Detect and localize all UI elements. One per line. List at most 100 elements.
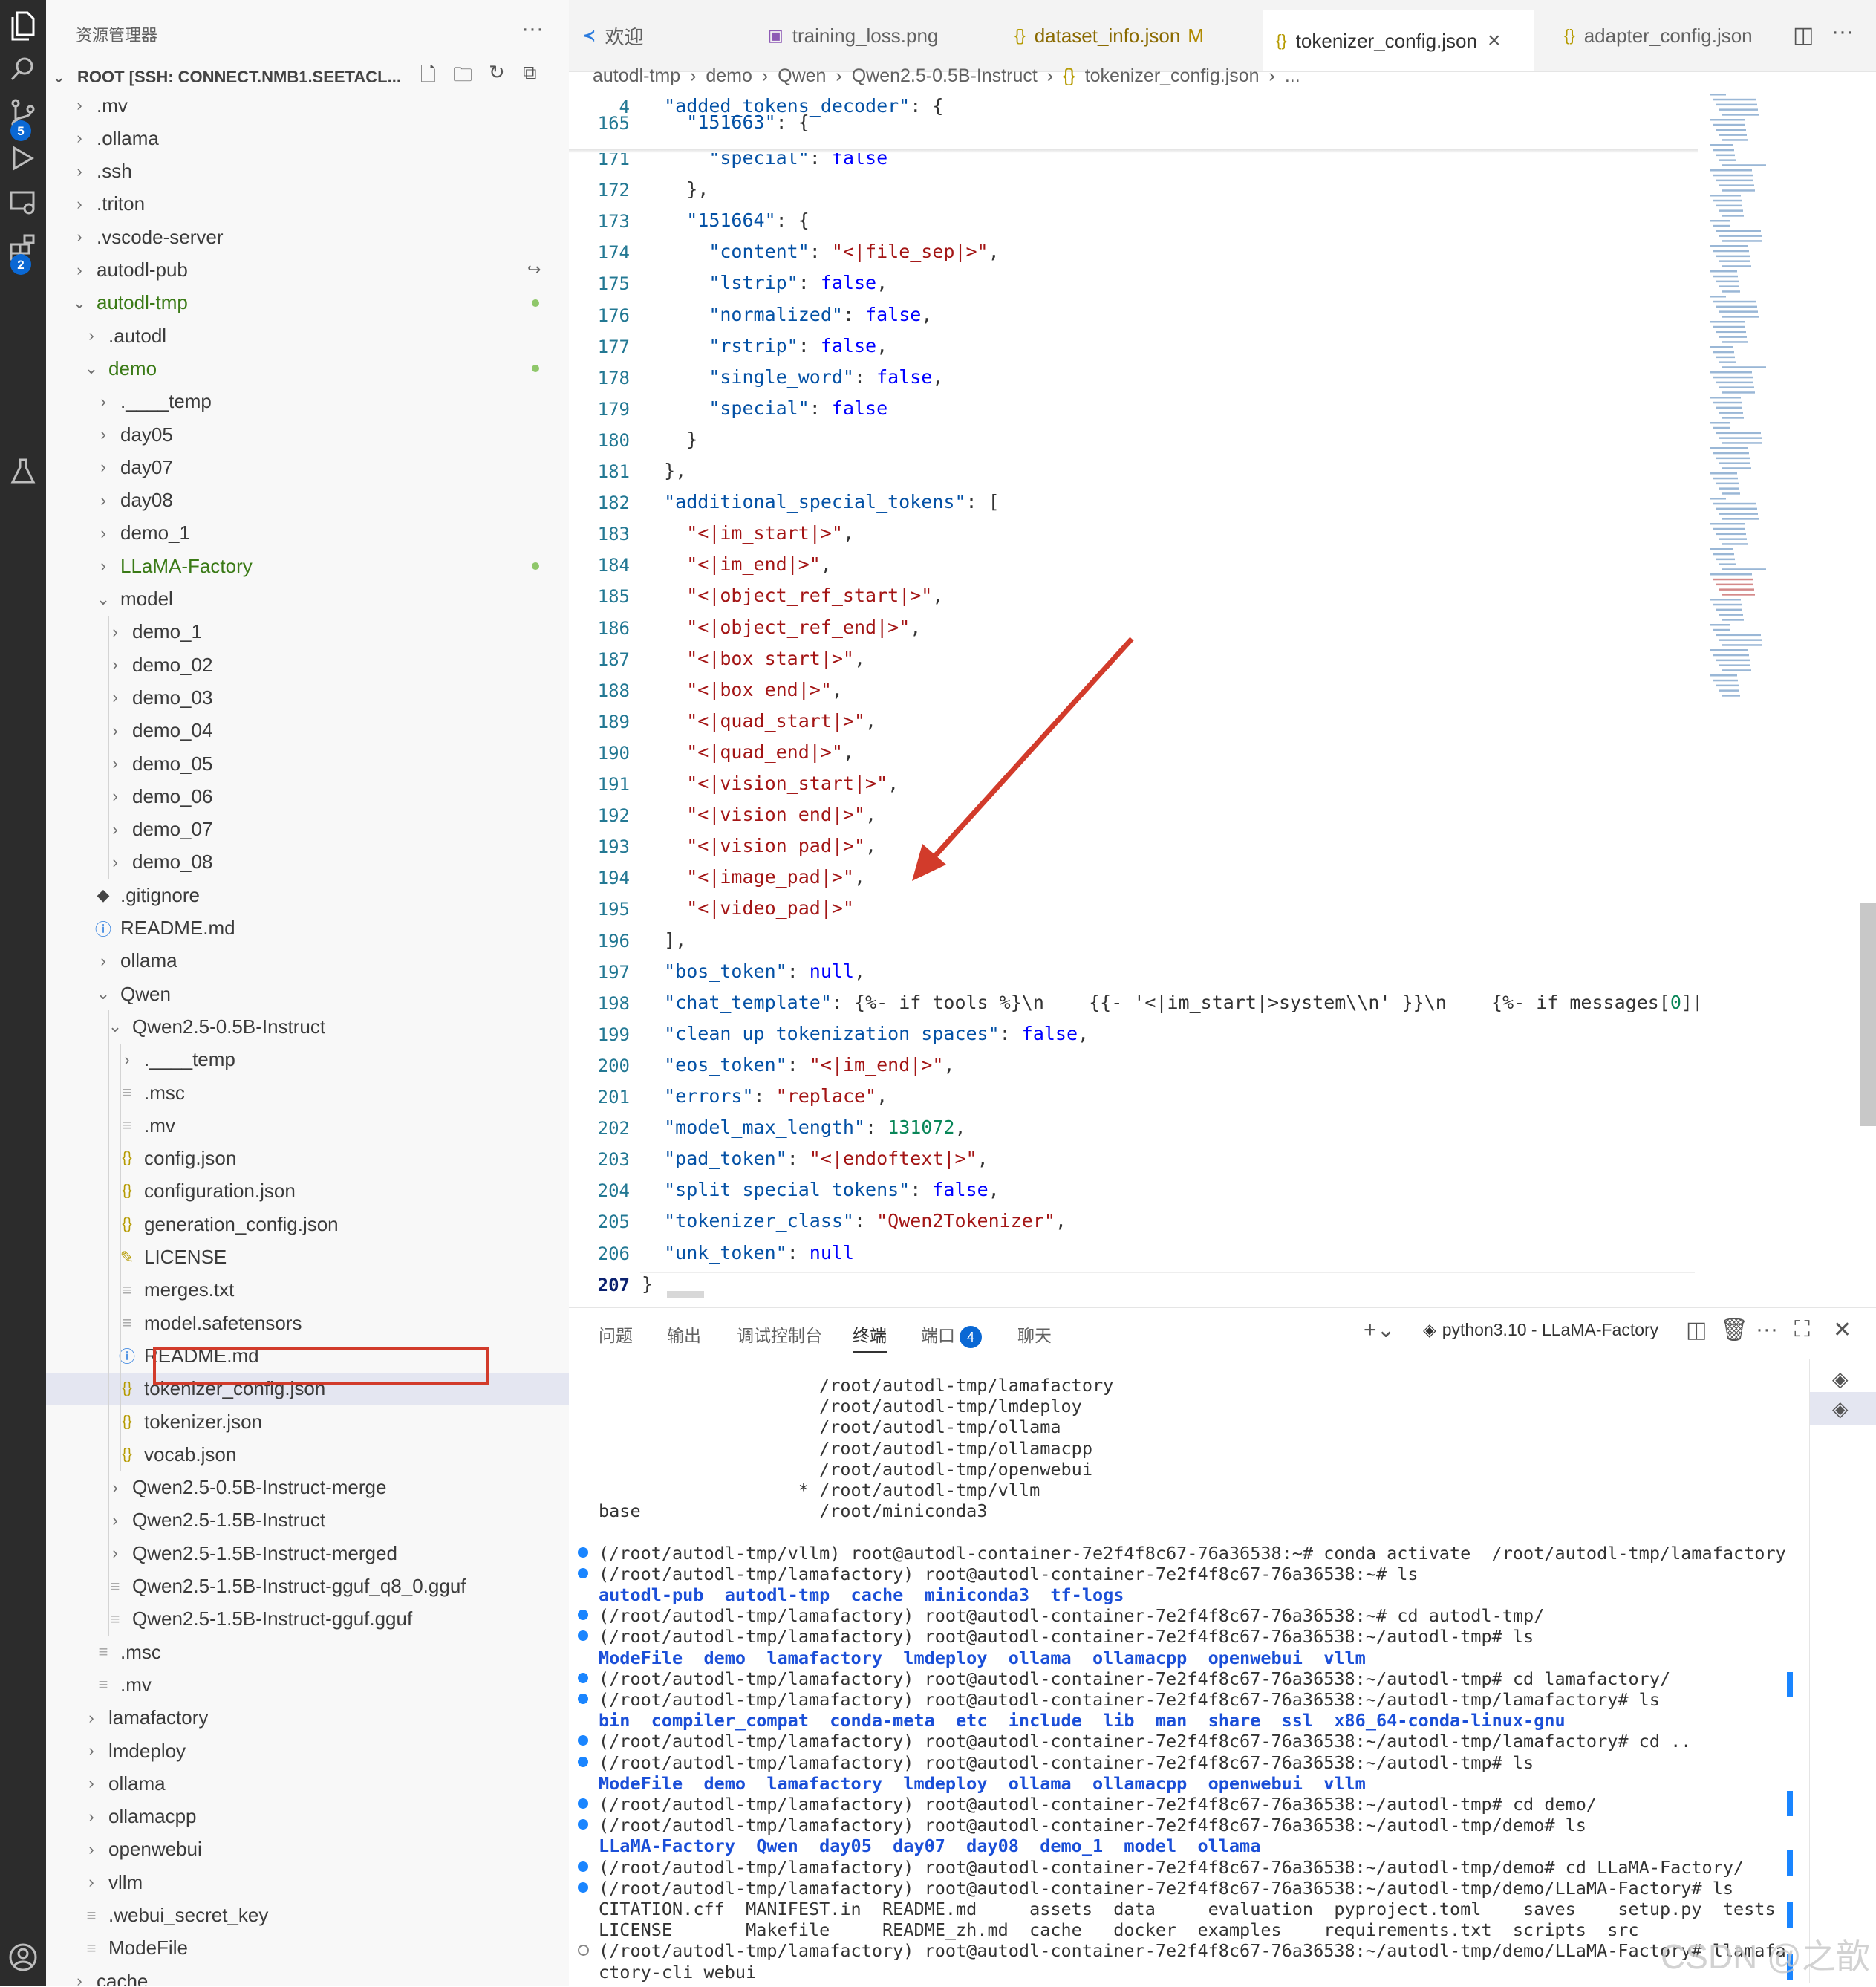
code-line[interactable]: "normalized": false, xyxy=(642,304,932,325)
code-line[interactable]: "<|image_pad|>", xyxy=(642,866,865,888)
code-line[interactable]: "errors": "replace", xyxy=(642,1085,887,1107)
command-decoration-icon[interactable] xyxy=(578,1819,588,1830)
tree-item[interactable]: › demo_1 xyxy=(46,616,569,648)
account-icon[interactable] xyxy=(0,1931,46,1983)
tree-item[interactable]: ≡ Qwen2.5-1.5B-Instruct-gguf_q8_0.gguf xyxy=(46,1570,569,1603)
breadcrumb-item[interactable]: ... xyxy=(1285,65,1300,86)
tree-item[interactable]: › vllm xyxy=(46,1866,569,1899)
code-line[interactable]: "bos_token": null, xyxy=(642,960,865,982)
command-decoration-icon[interactable] xyxy=(578,1567,588,1578)
command-decoration-icon[interactable] xyxy=(578,1735,588,1746)
code-line[interactable]: "151663": { xyxy=(642,111,810,133)
tree-item[interactable]: › lamafactory xyxy=(46,1702,569,1734)
tree-item[interactable]: {} config.json xyxy=(46,1142,569,1175)
code-line[interactable]: } xyxy=(642,429,697,450)
tree-item[interactable]: › Qwen2.5-0.5B-Instruct-merge xyxy=(46,1471,569,1504)
terminal-instance-icon[interactable]: ◈ xyxy=(1832,1367,1849,1391)
tree-item[interactable]: › demo_1 xyxy=(46,517,569,550)
tree-item[interactable]: {} generation_config.json xyxy=(46,1208,569,1240)
code-line[interactable]: ], xyxy=(642,929,686,951)
terminal-output[interactable]: /root/autodl-tmp/lamafactory /root/autod… xyxy=(569,1375,1817,1984)
trash-icon[interactable]: 🗑 xyxy=(1720,1317,1748,1343)
split-editor-icon[interactable]: ◫ xyxy=(1793,22,1814,48)
code-line[interactable]: "<|im_end|>", xyxy=(642,553,832,575)
editor-more-icon[interactable]: ··· xyxy=(1831,19,1854,45)
code-line[interactable]: "split_special_tokens": false, xyxy=(642,1179,1000,1200)
tree-item[interactable]: › .triton xyxy=(46,188,569,221)
tree-item[interactable]: ≡ model.safetensors xyxy=(46,1307,569,1339)
tree-item[interactable]: › openwebui xyxy=(46,1833,569,1866)
tree-item[interactable]: › autodl-pub ↪ xyxy=(46,254,569,287)
tree-item[interactable]: ✎ LICENSE xyxy=(46,1241,569,1274)
tree-item[interactable]: › .vscode-server xyxy=(46,221,569,253)
minimap[interactable] xyxy=(1698,89,1860,1300)
code-line[interactable]: "<|video_pad|>" xyxy=(642,897,854,919)
new-terminal-icon[interactable]: +⌄ xyxy=(1364,1317,1395,1343)
command-decoration-icon[interactable] xyxy=(578,1547,588,1558)
code-line[interactable]: "151664": { xyxy=(642,209,810,231)
code-line[interactable]: "rstrip": false, xyxy=(642,335,887,357)
tree-item[interactable]: › demo_06 xyxy=(46,780,569,813)
tree-item[interactable]: › .ollama xyxy=(46,122,569,155)
command-decoration-icon[interactable] xyxy=(578,1882,588,1893)
tab-terminal[interactable]: 终端 xyxy=(853,1321,887,1353)
tree-item[interactable]: ⓘ README.md xyxy=(46,912,569,945)
tree-item[interactable]: › .____temp xyxy=(46,386,569,418)
code-line[interactable]: "<|vision_end|>", xyxy=(642,804,876,825)
command-decoration-icon[interactable] xyxy=(578,1945,589,1957)
tree-item[interactable]: › day07 xyxy=(46,451,569,484)
tree-item[interactable]: › ollama xyxy=(46,1767,569,1800)
code-line[interactable]: "<|im_start|>", xyxy=(642,522,854,544)
tree-item[interactable]: › lmdeploy xyxy=(46,1734,569,1767)
tree-item[interactable]: › .autodl xyxy=(46,319,569,352)
command-decoration-icon[interactable] xyxy=(578,1672,588,1683)
code-line[interactable]: "<|vision_pad|>", xyxy=(642,835,876,856)
breadcrumb-item[interactable]: Qwen xyxy=(778,65,826,86)
code-line[interactable]: "additional_special_tokens": [ xyxy=(642,491,1000,513)
tree-item[interactable]: ≡ .msc xyxy=(46,1076,569,1109)
tab-ports[interactable]: 端口 4 xyxy=(921,1321,982,1348)
command-decoration-icon[interactable] xyxy=(578,1630,588,1642)
tree-item[interactable]: › .mv xyxy=(46,89,569,122)
tab-problems[interactable]: 问题 xyxy=(599,1321,633,1347)
code-line[interactable]: "clean_up_tokenization_spaces": false, xyxy=(642,1023,1089,1044)
maximize-panel-icon[interactable]: ⛶ xyxy=(1794,1317,1810,1342)
tree-item[interactable]: › demo_08 xyxy=(46,846,569,879)
code-line[interactable]: "eos_token": "<|im_end|>", xyxy=(642,1054,954,1076)
testing-flask-icon[interactable] xyxy=(0,446,46,498)
tree-item[interactable]: › demo_02 xyxy=(46,648,569,681)
tree-item[interactable]: ≡ Qwen2.5-1.5B-Instruct-gguf.gguf xyxy=(46,1603,569,1636)
code-line[interactable]: "<|quad_end|>", xyxy=(642,741,854,763)
tree-item[interactable]: › cache xyxy=(46,1965,569,1986)
code-line[interactable]: "single_word": false, xyxy=(642,366,943,388)
split-terminal-icon[interactable]: ◫ xyxy=(1686,1317,1707,1343)
command-decoration-icon[interactable] xyxy=(578,1756,588,1767)
code-line[interactable]: "unk_token": null xyxy=(642,1242,854,1264)
code-editor[interactable]: 4 "added_tokens_decoder": {165 "151663":… xyxy=(569,95,1698,1298)
tree-item[interactable]: › demo_03 xyxy=(46,681,569,714)
tab-output[interactable]: 输出 xyxy=(667,1321,701,1347)
close-panel-icon[interactable]: ✕ xyxy=(1833,1317,1851,1343)
tree-item[interactable]: ⌄ Qwen xyxy=(46,978,569,1010)
tree-item[interactable]: ⌄ Qwen2.5-0.5B-Instruct xyxy=(46,1010,569,1043)
tree-item[interactable]: ⌄ autodl-tmp xyxy=(46,287,569,319)
tree-item[interactable]: {} tokenizer.json xyxy=(46,1405,569,1438)
tree-item[interactable]: ≡ .webui_secret_key xyxy=(46,1899,569,1932)
tree-item[interactable]: › ollama xyxy=(46,945,569,978)
explorer-more-button[interactable]: ··· xyxy=(521,16,544,42)
breadcrumb-item[interactable]: Qwen2.5-0.5B-Instruct xyxy=(852,65,1038,86)
tree-item[interactable]: {} configuration.json xyxy=(46,1175,569,1208)
terminal-instance-selected[interactable]: ◈ xyxy=(1810,1392,1876,1425)
tree-item[interactable]: {} vocab.json xyxy=(46,1438,569,1471)
code-line[interactable]: "<|vision_start|>", xyxy=(642,773,899,794)
collapse-all-icon[interactable]: ⧉ xyxy=(523,61,537,85)
tree-item[interactable]: ◆ .gitignore xyxy=(46,879,569,911)
code-line[interactable]: "<|object_ref_start|>", xyxy=(642,585,943,606)
tree-item[interactable]: ≡ .mv xyxy=(46,1109,569,1142)
tab-adapter-config[interactable]: {} adapter_config.json xyxy=(1564,10,1753,61)
editor-scrollbar[interactable] xyxy=(1860,903,1876,1126)
tree-item[interactable]: ≡ ModeFile xyxy=(46,1932,569,1965)
tree-item[interactable]: › day05 xyxy=(46,418,569,451)
panel-more-icon[interactable]: ··· xyxy=(1756,1317,1778,1342)
breadcrumb-item[interactable]: autodl-tmp xyxy=(593,65,680,86)
